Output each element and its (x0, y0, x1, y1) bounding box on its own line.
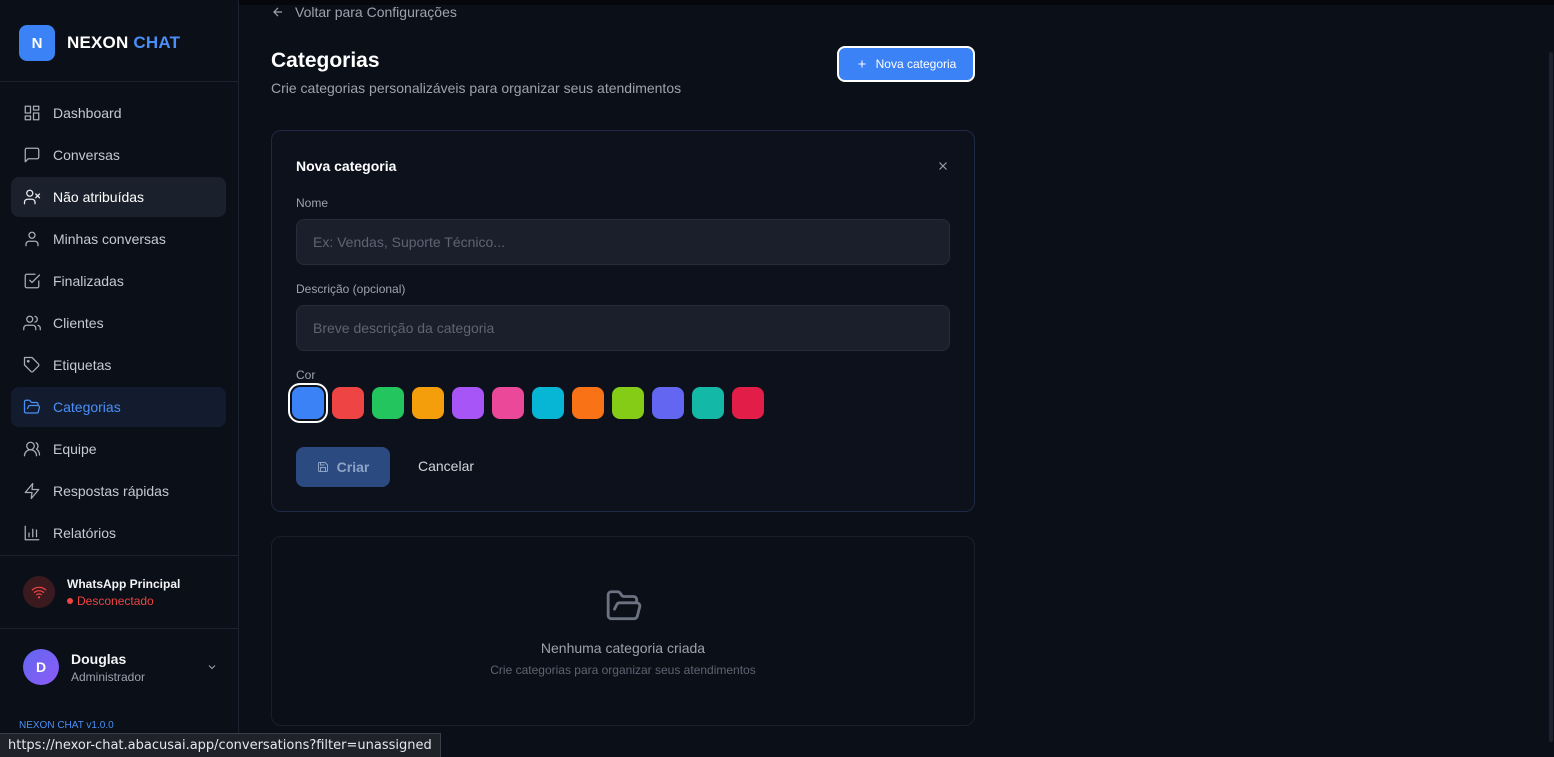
users-icon (23, 315, 41, 331)
user-role: Administrador (71, 669, 146, 684)
sidebar-item-categorias[interactable]: Categorias (11, 387, 226, 427)
sidebar-item-relatorios[interactable]: Relatórios (11, 513, 226, 553)
back-link[interactable]: Voltar para Configurações (271, 4, 457, 20)
sidebar-item-dashboard[interactable]: Dashboard (11, 93, 226, 133)
color-swatch[interactable] (412, 387, 444, 419)
user-menu[interactable]: D Douglas Administrador (23, 649, 218, 685)
sidebar-item-minhas-conversas[interactable]: Minhas conversas (11, 219, 226, 259)
form-title: Nova categoria (296, 158, 397, 174)
page-title: Categorias (271, 49, 380, 72)
status-dot (67, 597, 73, 604)
browser-status-url: https://nexor-chat.abacusai.app/conversa… (0, 733, 441, 757)
folder-open-icon (606, 590, 642, 621)
wifi-off-icon (23, 576, 55, 608)
color-swatch[interactable] (452, 387, 484, 419)
description-input[interactable]: Breve descrição da categoria (296, 305, 950, 351)
users-group-icon (23, 441, 41, 457)
color-swatch[interactable] (572, 387, 604, 419)
new-category-button[interactable]: Nova categoria (837, 46, 975, 82)
color-swatch[interactable] (652, 387, 684, 419)
color-swatch[interactable] (292, 387, 324, 419)
save-icon (317, 462, 328, 472)
sidebar-item-label: Categorias (53, 399, 121, 415)
sidebar-item-label: Dashboard (53, 105, 122, 121)
brand-name-part1: NEXON (67, 33, 129, 52)
description-input-placeholder: Breve descrição da categoria (313, 320, 495, 336)
sidebar-item-label: Minhas conversas (53, 231, 166, 247)
scrollbar[interactable] (1549, 52, 1553, 742)
divider (0, 628, 238, 629)
name-input[interactable]: Ex: Vendas, Suporte Técnico... (296, 219, 950, 265)
brand-name: NEXON CHAT (67, 33, 180, 53)
back-link-label: Voltar para Configurações (295, 4, 457, 20)
sidebar-item-finalizadas[interactable]: Finalizadas (11, 261, 226, 301)
create-button[interactable]: Criar (296, 447, 390, 487)
color-swatch[interactable] (332, 387, 364, 419)
brand-name-part2: CHAT (133, 33, 181, 52)
whatsapp-connection[interactable]: WhatsApp Principal Desconectado (23, 576, 180, 608)
arrow-left-icon (273, 7, 283, 17)
sidebar-item-conversas[interactable]: Conversas (11, 135, 226, 175)
description-label: Descrição (opcional) (296, 282, 406, 296)
divider (0, 555, 238, 556)
sidebar-nav: Dashboard Conversas Não atribuídas Minha… (11, 93, 226, 555)
empty-state: Nenhuma categoria criada Crie categorias… (271, 536, 975, 726)
tag-icon (23, 356, 40, 373)
name-label: Nome (296, 196, 329, 210)
color-swatch[interactable] (612, 387, 644, 419)
zap-icon (24, 482, 40, 500)
sidebar-item-label: Respostas rápidas (53, 483, 169, 499)
brand-logo: N (19, 25, 55, 61)
close-icon[interactable] (936, 159, 950, 173)
user-name: Douglas (71, 650, 127, 667)
sidebar-item-label: Etiquetas (53, 357, 112, 373)
sidebar-item-label: Finalizadas (53, 273, 124, 289)
sidebar-item-label: Clientes (53, 315, 104, 331)
sidebar-item-clientes[interactable]: Clientes (11, 303, 226, 343)
folder-open-icon (23, 399, 41, 414)
check-square-icon (24, 273, 41, 289)
color-swatch[interactable] (532, 387, 564, 419)
color-swatch[interactable] (492, 387, 524, 419)
color-picker (292, 387, 772, 419)
plus-icon (858, 60, 866, 68)
divider (0, 81, 238, 82)
user-x-icon (23, 189, 41, 205)
brand[interactable]: N NEXON CHAT (19, 25, 180, 61)
whatsapp-status: Desconectado (67, 594, 180, 608)
bar-chart-icon (24, 525, 40, 541)
cancel-button[interactable]: Cancelar (418, 458, 474, 474)
color-swatch[interactable] (692, 387, 724, 419)
sidebar-item-label: Relatórios (53, 525, 117, 541)
empty-state-subtitle: Crie categorias para organizar seus aten… (490, 663, 756, 677)
new-category-button-label: Nova categoria (875, 57, 957, 71)
sidebar-item-respostas-rapidas[interactable]: Respostas rápidas (11, 471, 226, 511)
sidebar-item-label: Não atribuídas (53, 189, 145, 205)
sidebar: N NEXON CHAT Dashboard Conversas Não atr… (0, 0, 239, 757)
chevron-down-icon[interactable] (206, 661, 218, 673)
user-icon (25, 231, 39, 247)
message-square-icon (24, 147, 40, 163)
sidebar-item-etiquetas[interactable]: Etiquetas (11, 345, 226, 385)
sidebar-item-label: Conversas (53, 147, 120, 163)
color-swatch[interactable] (732, 387, 764, 419)
page-subtitle: Crie categorias personalizáveis para org… (271, 80, 682, 96)
color-label: Cor (296, 368, 316, 382)
avatar: D (23, 649, 59, 685)
create-button-label: Criar (336, 459, 370, 475)
sidebar-item-nao-atribuidas[interactable]: Não atribuídas (11, 177, 226, 217)
new-category-form: Nova categoria Nome Ex: Vendas, Suporte … (271, 130, 975, 512)
empty-state-title: Nenhuma categoria criada (540, 640, 706, 656)
app-version: NEXON CHAT v1.0.0 (19, 720, 114, 731)
whatsapp-title: WhatsApp Principal (67, 576, 181, 591)
color-swatch[interactable] (372, 387, 404, 419)
sidebar-item-label: Equipe (53, 441, 97, 457)
name-input-placeholder: Ex: Vendas, Suporte Técnico... (313, 234, 505, 250)
sidebar-item-equipe[interactable]: Equipe (11, 429, 226, 469)
whatsapp-status-text: Desconectado (77, 593, 154, 608)
layout-grid-icon (24, 105, 40, 121)
